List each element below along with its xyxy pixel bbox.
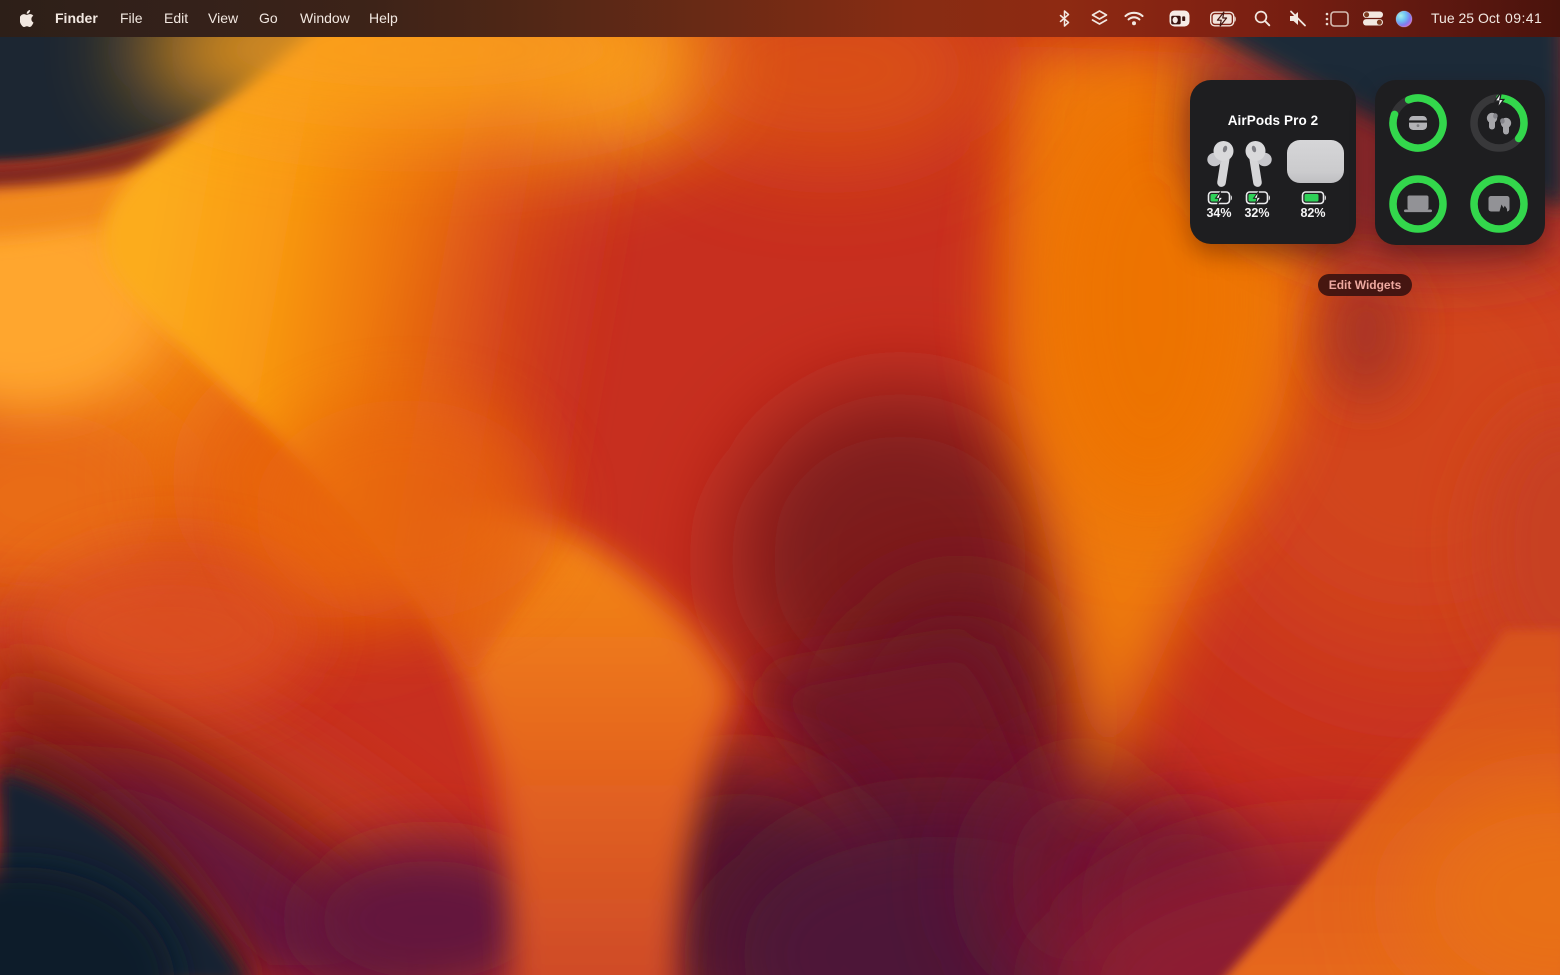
svg-text:82%: 82% (1300, 206, 1325, 220)
svg-text:34%: 34% (1206, 206, 1231, 220)
svg-text:32%: 32% (1244, 206, 1269, 220)
